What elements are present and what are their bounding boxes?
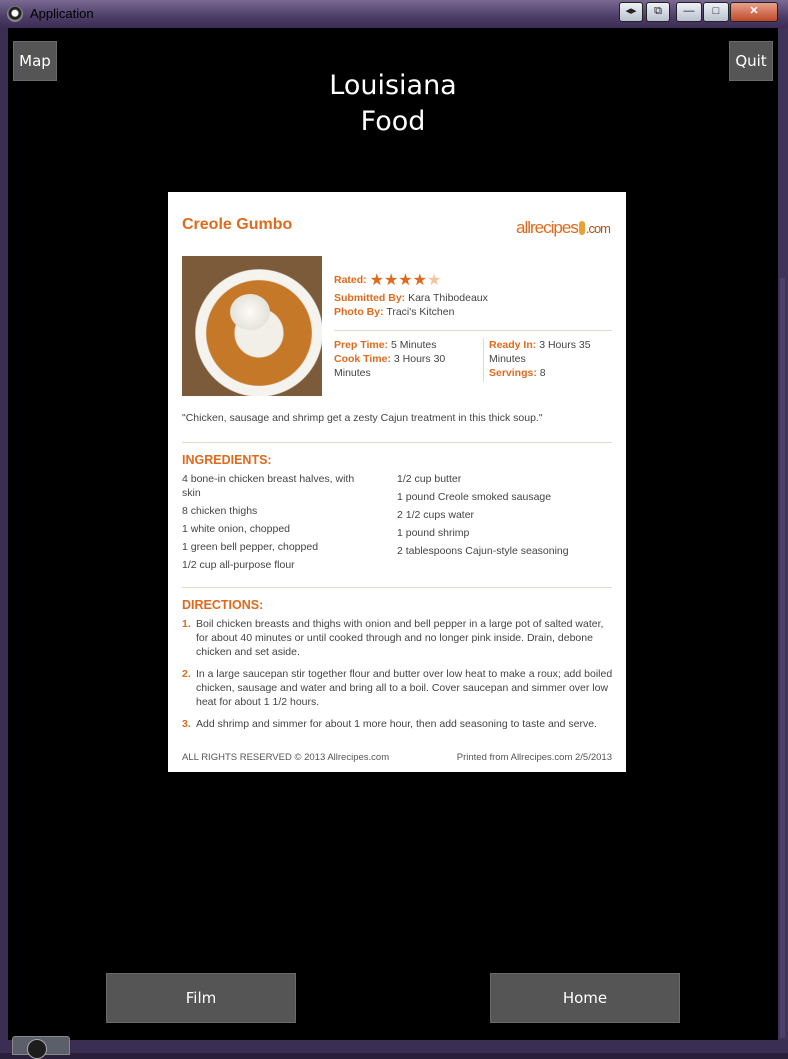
page-title-line2: Food [360, 106, 426, 137]
play-icon [27, 1039, 47, 1059]
servings-value: 8 [539, 367, 546, 379]
divider [334, 330, 612, 331]
window-minimize-button[interactable]: — [676, 2, 702, 22]
star-empty-icon: ★ [426, 272, 442, 289]
divider [182, 587, 612, 588]
cook-time-label: Cook Time: [334, 353, 391, 365]
ingredient-item: 1/2 cup all-purpose flour [182, 559, 295, 571]
home-button[interactable]: Home [490, 973, 680, 1023]
direction-step: 2. In a large saucepan stir together flou… [182, 668, 613, 708]
direction-step: 1. Boil chicken breasts and thighs with o… [182, 618, 604, 658]
window-switch-button[interactable]: ⧉ [646, 2, 670, 22]
photo-by-row: Photo By: Traci's Kitchen [334, 306, 454, 318]
prep-time-value: 5 Minutes [391, 339, 437, 351]
recipe-quote: "Chicken, sausage and shrimp get a zesty… [182, 412, 543, 424]
recipe-photo [182, 256, 322, 396]
taskbar [0, 1040, 788, 1053]
logo-spoon-icon [578, 221, 585, 235]
rating-row: Rated: ★★★★★ [334, 270, 441, 290]
servings-label: Servings: [489, 367, 537, 379]
submitted-by-row: Submitted By: Kara Thibodeaux [334, 292, 488, 304]
taskbar-media-button[interactable] [12, 1036, 70, 1059]
ingredient-item: 2 1/2 cups water [397, 509, 475, 521]
photo-by-value: Traci's Kitchen [386, 306, 455, 318]
ingredient-item: 8 chicken thighs [182, 505, 258, 517]
star-icon: ★ [398, 272, 413, 289]
photo-by-label: Photo By: [334, 306, 384, 318]
ingredient-item: 1 pound shrimp [397, 527, 470, 539]
submitted-by-value: Kara Thibodeaux [408, 292, 488, 304]
ingredient-item: 1 green bell pepper, chopped [182, 541, 319, 553]
rated-label: Rated: [334, 274, 367, 286]
vertical-divider [483, 338, 484, 382]
ingredients-right: 1/2 cup butter 1 pound Creole smoked sau… [397, 472, 612, 562]
ingredients-heading: INGREDIENTS: [182, 453, 272, 467]
app-icon [7, 6, 23, 22]
allrecipes-logo: allrecipes .com [516, 218, 611, 238]
recipe-title: Creole Gumbo [182, 216, 293, 233]
window-close-button[interactable]: ✕ [730, 2, 778, 22]
film-button[interactable]: Film [106, 973, 296, 1023]
star-icon: ★ [369, 272, 384, 289]
recipe-card: Creole Gumbo allrecipes .com Rated: ★★★★★… [168, 192, 626, 772]
ingredient-item: 1 white onion, chopped [182, 523, 290, 535]
printed-from-text: Printed from Allrecipes.com 2/5/2013 [456, 752, 612, 763]
copyright-text: ALL RIGHTS RESERVED © 2013 Allrecipes.co… [182, 752, 390, 763]
window-scrollbar[interactable] [778, 28, 788, 1040]
star-icon: ★ [412, 272, 427, 289]
window-maximize-button[interactable]: □ [703, 2, 729, 22]
directions-list: 1. Boil chicken breasts and thighs with o… [182, 617, 614, 739]
ingredients-left: 4 bone-in chicken breast halves, with sk… [182, 472, 372, 576]
ready-in-label: Ready In: [489, 339, 537, 351]
page-title: Louisiana Food [8, 68, 778, 140]
prep-time-label: Prep Time: [334, 339, 389, 351]
page-title-line1: Louisiana [329, 70, 457, 101]
app-stage: Map Quit Louisiana Food Creole Gumbo all… [8, 28, 778, 1040]
window-title: Application [30, 6, 94, 21]
submitted-by-label: Submitted By: [334, 292, 406, 304]
window-restore-nav-button[interactable]: ◂▸ [619, 2, 643, 22]
direction-step: 3. Add shrimp and simmer for about 1 more… [182, 718, 597, 730]
ingredient-item: 1 pound Creole smoked sausage [397, 491, 552, 503]
logo-text-right: .com [585, 221, 611, 236]
ingredient-item: 4 bone-in chicken breast halves, with sk… [182, 473, 355, 499]
logo-text-left: allrecipes [516, 218, 579, 237]
ingredient-item: 1/2 cup butter [397, 473, 462, 485]
window-titlebar: Application ◂▸ ⧉ — □ ✕ [0, 0, 788, 28]
star-icon: ★ [383, 272, 399, 289]
directions-heading: DIRECTIONS: [182, 598, 264, 612]
ingredient-item: 2 tablespoons Cajun-style seasoning [397, 545, 569, 557]
rating-stars: ★★★★★ [370, 270, 442, 290]
divider [182, 442, 612, 443]
